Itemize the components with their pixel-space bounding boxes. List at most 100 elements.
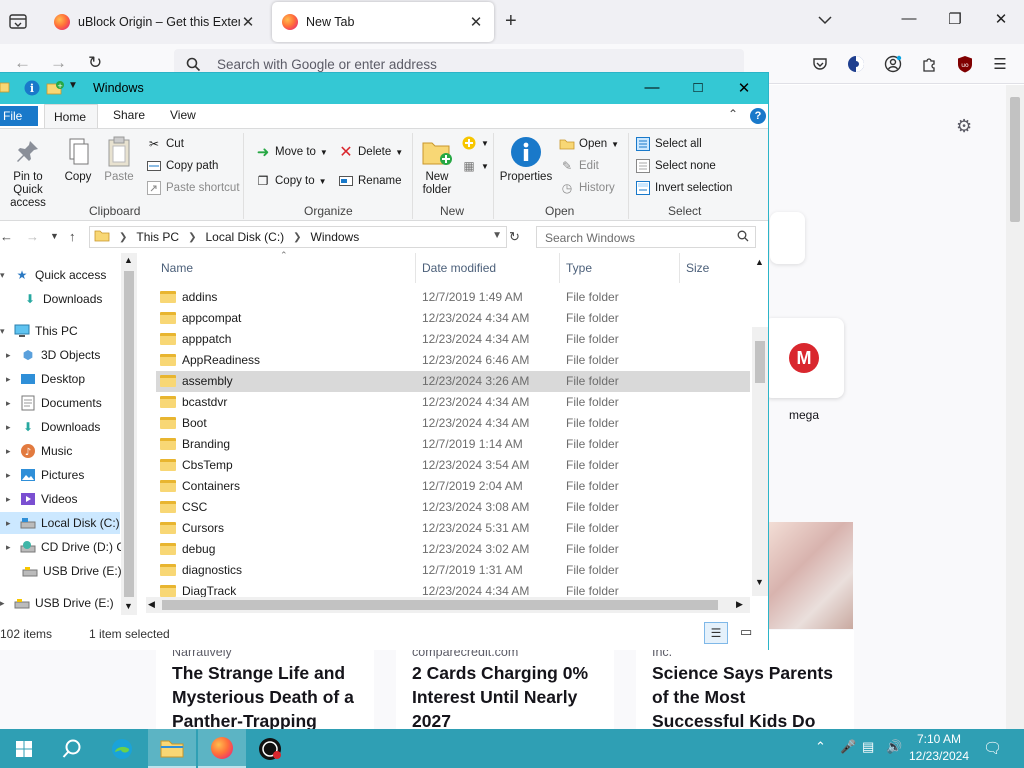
expand-icon[interactable]: ▸: [0, 598, 10, 609]
table-row[interactable]: Cursors 12/23/2024 5:31 AM File folder: [156, 518, 750, 539]
shortcut-tile[interactable]: [770, 212, 805, 264]
maximize-icon[interactable]: □: [688, 79, 708, 96]
up-icon[interactable]: ↑: [69, 229, 76, 244]
tab-ublock-origin[interactable]: uBlock Origin – Get this Extension ✕: [44, 2, 266, 42]
expand-icon[interactable]: ▸: [6, 350, 16, 361]
details-view-icon[interactable]: ☰: [704, 622, 728, 644]
expand-icon[interactable]: ▸: [6, 422, 16, 433]
open-button[interactable]: Open ▼: [559, 136, 619, 152]
back-icon[interactable]: ←: [0, 229, 13, 244]
explorer-title-bar[interactable]: i + ▼ Windows — □ ✕: [0, 73, 768, 104]
breadcrumb-item[interactable]: Local Disk (C:): [205, 230, 284, 244]
menu-icon[interactable]: ☰: [990, 54, 1010, 74]
new-folder-button[interactable]: New folder: [416, 135, 458, 197]
expand-icon[interactable]: ▾: [0, 270, 10, 281]
scrollbar-thumb[interactable]: [1010, 97, 1020, 222]
help-icon[interactable]: ?: [750, 108, 766, 124]
chevron-down-icon[interactable]: [818, 12, 832, 28]
nav-item-desktop[interactable]: ▸ Desktop: [6, 368, 85, 390]
expand-icon[interactable]: ▸: [6, 494, 16, 505]
app-icon[interactable]: [246, 729, 294, 768]
tab-file[interactable]: File: [0, 106, 38, 126]
file-explorer-icon[interactable]: [148, 729, 196, 768]
table-row[interactable]: CbsTemp 12/23/2024 3:54 AM File folder: [156, 455, 750, 476]
refresh-icon[interactable]: ↻: [509, 229, 520, 245]
edit-button[interactable]: ✎ Edit: [559, 158, 599, 174]
history-button[interactable]: ◷ History: [559, 180, 615, 196]
table-row[interactable]: Containers 12/7/2019 2:04 AM File folder: [156, 476, 750, 497]
reload-icon[interactable]: ↻: [88, 53, 102, 73]
system-clock[interactable]: 7:10 AM 12/23/2024: [908, 731, 970, 765]
horizontal-scrollbar[interactable]: ◀ ▶: [146, 597, 750, 613]
tab-home[interactable]: Home: [44, 104, 98, 128]
pocket-icon[interactable]: [810, 54, 830, 74]
expand-icon[interactable]: ▾: [0, 326, 10, 337]
column-header-name[interactable]: Name: [161, 261, 193, 275]
move-to-button[interactable]: ➜ Move to ▼: [255, 144, 328, 161]
minimize-icon[interactable]: —: [642, 79, 662, 96]
network-icon[interactable]: ▤: [862, 739, 874, 755]
expand-icon[interactable]: ▸: [6, 542, 16, 553]
pin-to-quick-access-button[interactable]: Pin to Quick access: [0, 135, 56, 210]
nav-item-cd-drive[interactable]: ▸ CD Drive (D:) C: [6, 536, 125, 558]
firefox-icon[interactable]: [198, 729, 246, 768]
table-row[interactable]: addins 12/7/2019 1:49 AM File folder: [156, 287, 750, 308]
close-tab-icon[interactable]: ✕: [240, 13, 256, 31]
scroll-left-icon[interactable]: ◀: [148, 599, 155, 610]
breadcrumb-separator[interactable]: ❯: [119, 232, 127, 243]
new-folder-qa-icon[interactable]: +: [46, 80, 64, 99]
nav-item-usb-drive[interactable]: USB Drive (E:): [22, 560, 122, 582]
start-icon[interactable]: [0, 729, 48, 768]
easy-access-button[interactable]: ▦ ▼: [461, 158, 489, 174]
column-divider[interactable]: [415, 253, 416, 283]
close-icon[interactable]: ✕: [734, 79, 754, 97]
nav-item-videos[interactable]: ▸ Videos: [6, 488, 77, 510]
back-icon[interactable]: ←: [14, 53, 31, 73]
delete-button[interactable]: ✕ Delete ▼: [338, 144, 403, 161]
expand-icon[interactable]: ▸: [6, 470, 16, 481]
nav-item-documents[interactable]: ▸ Documents: [6, 392, 102, 414]
nav-scrollbar[interactable]: ▲ ▼: [121, 253, 137, 615]
scroll-down-icon[interactable]: ▼: [755, 577, 764, 587]
nav-item-downloads[interactable]: ▸ ⬇ Downloads: [6, 416, 100, 438]
expand-icon[interactable]: ▸: [6, 374, 16, 385]
nav-item-this-pc[interactable]: ▾ This PC: [0, 320, 78, 342]
scroll-right-icon[interactable]: ▶: [736, 599, 743, 610]
properties-button[interactable]: Properties: [497, 135, 555, 184]
table-row[interactable]: CSC 12/23/2024 3:08 AM File folder: [156, 497, 750, 518]
expand-icon[interactable]: ▸: [6, 446, 16, 457]
new-item-button[interactable]: ▼: [461, 135, 489, 151]
invert-selection-button[interactable]: Invert selection: [635, 180, 732, 196]
column-divider[interactable]: [679, 253, 680, 283]
column-header-size[interactable]: Size: [686, 261, 709, 275]
table-row[interactable]: AppReadiness 12/23/2024 6:46 AM File folde…: [156, 350, 750, 371]
page-scrollbar[interactable]: [1006, 85, 1024, 729]
list-all-tabs-icon[interactable]: [8, 12, 30, 32]
recent-locations-icon[interactable]: ▼: [50, 231, 59, 241]
breadcrumb-separator[interactable]: ❯: [293, 232, 301, 243]
table-row[interactable]: Branding 12/7/2019 1:14 AM File folder: [156, 434, 750, 455]
paste-button[interactable]: Paste: [101, 135, 137, 184]
rename-button[interactable]: Rename: [338, 173, 401, 189]
story-image[interactable]: [768, 522, 853, 629]
privacy-badger-icon[interactable]: [846, 54, 866, 74]
notifications-icon[interactable]: 🗨: [983, 739, 1002, 757]
extensions-icon[interactable]: [919, 54, 939, 74]
table-row[interactable]: Boot 12/23/2024 4:34 AM File folder: [156, 413, 750, 434]
minimize-icon[interactable]: —: [899, 10, 919, 27]
copy-to-button[interactable]: ❐ Copy to ▼: [255, 173, 327, 189]
close-tab-icon[interactable]: ✕: [468, 13, 484, 31]
chevron-down-icon[interactable]: ▼: [492, 230, 502, 241]
copy-path-button[interactable]: Copy path: [146, 158, 218, 174]
nav-item-3d-objects[interactable]: ▸ ⬢ 3D Objects: [6, 344, 100, 366]
column-divider[interactable]: [559, 253, 560, 283]
large-icons-view-icon[interactable]: ▭: [740, 624, 752, 640]
volume-icon[interactable]: 🔊: [886, 739, 902, 755]
address-bar[interactable]: ❯ This PC ❯ Local Disk (C:) ❯ Windows ▼: [89, 226, 507, 248]
new-tab-button[interactable]: +: [505, 10, 517, 33]
ublock-icon[interactable]: uo: [955, 54, 975, 74]
scroll-up-icon[interactable]: ▲: [755, 257, 764, 267]
table-row[interactable]: diagnostics 12/7/2019 1:31 AM File folder: [156, 560, 750, 581]
collapse-ribbon-icon[interactable]: ⌃: [728, 107, 738, 121]
scrollbar-thumb[interactable]: [755, 341, 765, 383]
